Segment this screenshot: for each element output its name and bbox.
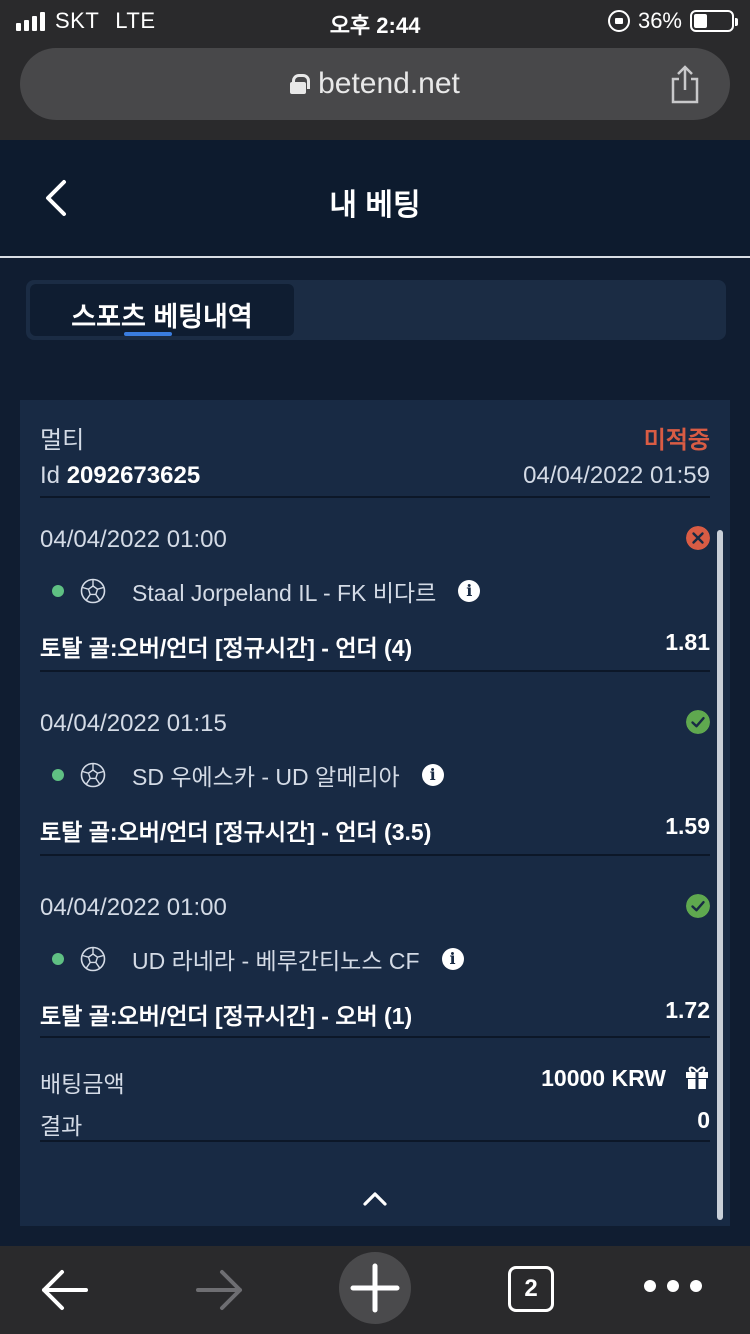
match-name: Staal Jorpeland IL - FK 비다르 [132, 580, 437, 606]
share-icon[interactable] [668, 64, 702, 104]
bet-status-badge: 미적중 [643, 427, 710, 454]
leg-date: 04/04/2022 01:15 [40, 710, 227, 737]
scrollbar[interactable] [717, 530, 723, 1220]
tab-bar: 스포츠 베팅내역 [26, 280, 726, 340]
tab-sports-bet-history[interactable]: 스포츠 베팅내역 [30, 284, 294, 336]
page-header: 내 베팅 [0, 140, 750, 258]
forward-arrow-icon[interactable] [194, 1268, 246, 1312]
bet-created-date: 04/04/2022 01:59 [523, 462, 710, 489]
live-dot [52, 769, 64, 781]
tab-active-indicator [124, 332, 172, 336]
padlock-icon [290, 74, 311, 94]
divider [40, 1140, 710, 1142]
plus-icon [350, 1263, 400, 1313]
lost-icon [686, 526, 710, 550]
soccer-ball-icon [80, 946, 106, 972]
info-icon[interactable]: i [441, 948, 464, 970]
leg-odds: 1.59 [665, 813, 710, 839]
result-value: 0 [697, 1107, 710, 1133]
live-dot [52, 953, 64, 965]
gift-icon[interactable] [684, 1064, 710, 1090]
bet-card: 멀티 미적중 Id 2092673625 04/04/2022 01:59 04… [20, 400, 730, 1226]
new-tab-button[interactable] [339, 1252, 411, 1324]
divider [40, 854, 710, 856]
battery-icon [690, 10, 738, 32]
divider [40, 670, 710, 672]
soccer-ball-icon [80, 578, 106, 604]
tab-label: 스포츠 베팅내역 [71, 302, 253, 332]
leg-match: Staal Jorpeland IL - FK 비다르 i [52, 574, 481, 608]
leg-match: UD 라네라 - 베루간티노스 CF i [52, 942, 464, 976]
live-dot [52, 585, 64, 597]
leg-date: 04/04/2022 01:00 [40, 894, 227, 921]
url-bar[interactable]: betend.net [20, 48, 730, 120]
leg-odds: 1.72 [665, 997, 710, 1023]
url-text: betend.net [318, 67, 460, 100]
divider [40, 496, 710, 498]
check-icon [686, 710, 710, 734]
tabs-button[interactable]: 2 [508, 1266, 554, 1312]
leg-date: 04/04/2022 01:00 [40, 526, 227, 553]
browser-chrome: SKT LTE 오후 2:44 36% betend.net [0, 0, 750, 140]
stake-value: 10000 KRW [541, 1065, 666, 1091]
match-name: UD 라네라 - 베루간티노스 CF [132, 948, 420, 974]
leg-match: SD 우에스카 - UD 알메리아 i [52, 758, 444, 792]
battery-percent: 36% [637, 8, 682, 33]
rotation-lock-icon [607, 10, 630, 32]
back-arrow-icon[interactable] [38, 1268, 90, 1312]
status-bar: SKT LTE 오후 2:44 36% [0, 6, 750, 38]
divider [40, 1036, 710, 1038]
more-icon[interactable] [644, 1280, 702, 1292]
check-icon [686, 894, 710, 918]
match-name: SD 우에스카 - UD 알메리아 [132, 764, 400, 790]
page-title: 내 베팅 [329, 189, 421, 222]
leg-odds: 1.81 [665, 629, 710, 655]
browser-toolbar: 2 [0, 1246, 750, 1334]
soccer-ball-icon [80, 762, 106, 788]
info-icon[interactable]: i [421, 764, 444, 786]
chevron-up-icon[interactable] [360, 1186, 390, 1210]
info-icon[interactable]: i [458, 580, 481, 602]
